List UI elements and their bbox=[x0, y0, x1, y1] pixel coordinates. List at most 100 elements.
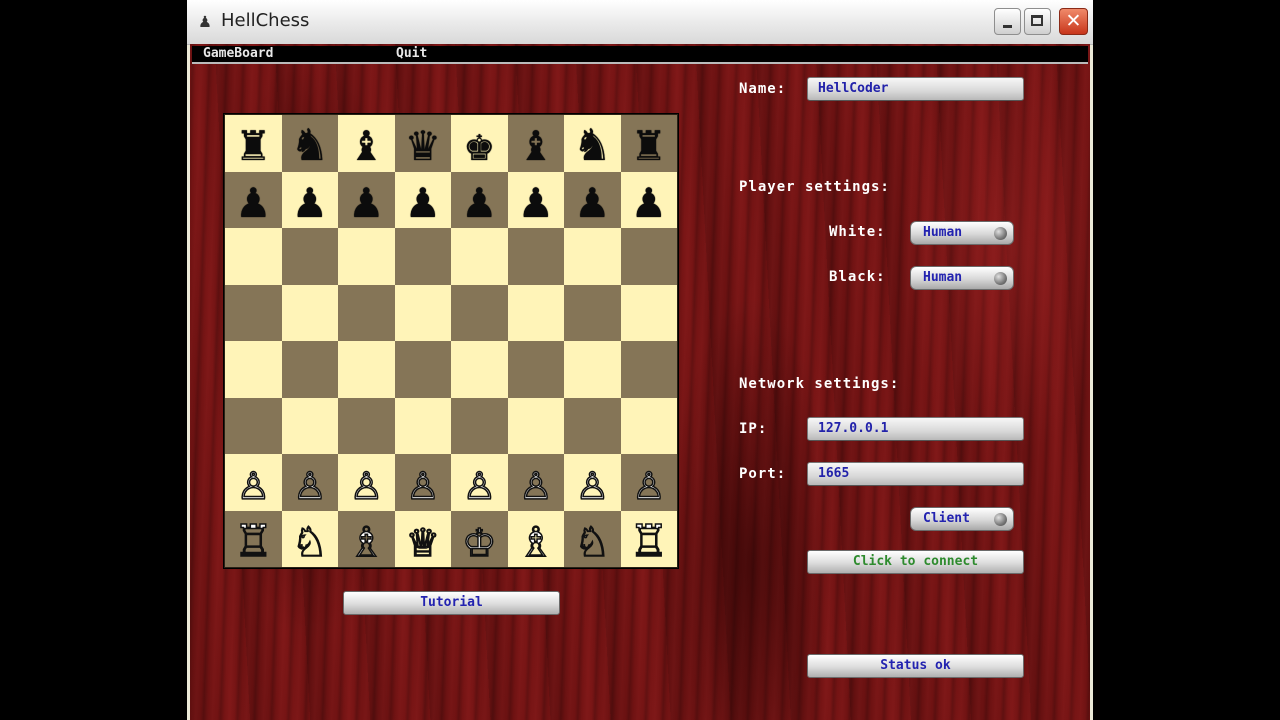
board-square[interactable]: ♗ bbox=[507, 510, 564, 567]
board-square[interactable]: ♝ bbox=[507, 115, 564, 172]
board-square[interactable]: ♘ bbox=[564, 510, 621, 567]
board-square[interactable] bbox=[507, 284, 564, 341]
board-square[interactable]: ♟ bbox=[338, 171, 395, 228]
chess-piece[interactable]: ♝ bbox=[351, 118, 381, 168]
board-square[interactable] bbox=[564, 284, 621, 341]
board-square[interactable] bbox=[338, 341, 395, 398]
chess-piece[interactable]: ♜ bbox=[238, 118, 268, 168]
chess-piece[interactable]: ♔ bbox=[463, 513, 495, 565]
chess-piece[interactable]: ♜ bbox=[634, 118, 664, 168]
chess-piece[interactable]: ♗ bbox=[520, 513, 552, 565]
board-square[interactable] bbox=[281, 397, 338, 454]
board-square[interactable]: ♔ bbox=[451, 510, 508, 567]
board-square[interactable] bbox=[564, 228, 621, 285]
board-square[interactable]: ♙ bbox=[225, 454, 282, 511]
board-square[interactable] bbox=[620, 228, 677, 285]
client-mode-toggle[interactable]: Client bbox=[910, 507, 1014, 531]
maximize-button[interactable] bbox=[1024, 8, 1051, 35]
board-square[interactable]: ♞ bbox=[564, 115, 621, 172]
black-player-toggle[interactable]: Human bbox=[910, 266, 1014, 290]
chess-piece[interactable]: ♗ bbox=[350, 513, 382, 565]
board-square[interactable] bbox=[451, 228, 508, 285]
board-square[interactable] bbox=[394, 228, 451, 285]
port-field[interactable]: 1665 bbox=[807, 462, 1024, 486]
board-square[interactable] bbox=[225, 341, 282, 398]
name-field[interactable]: HellCoder bbox=[807, 77, 1024, 101]
board-square[interactable]: ♙ bbox=[620, 454, 677, 511]
chess-piece[interactable]: ♙ bbox=[294, 457, 326, 509]
chess-piece[interactable]: ♙ bbox=[237, 457, 269, 509]
board-square[interactable] bbox=[507, 397, 564, 454]
board-square[interactable] bbox=[281, 228, 338, 285]
board-square[interactable]: ♙ bbox=[394, 454, 451, 511]
board-square[interactable] bbox=[225, 284, 282, 341]
board-square[interactable] bbox=[281, 284, 338, 341]
board-square[interactable]: ♗ bbox=[338, 510, 395, 567]
chess-piece[interactable]: ♘ bbox=[576, 513, 608, 565]
board-square[interactable] bbox=[507, 228, 564, 285]
board-square[interactable]: ♟ bbox=[451, 171, 508, 228]
chess-piece[interactable]: ♟ bbox=[295, 175, 325, 225]
board-square[interactable] bbox=[394, 397, 451, 454]
board-square[interactable] bbox=[225, 228, 282, 285]
board-square[interactable] bbox=[620, 397, 677, 454]
board-square[interactable] bbox=[394, 284, 451, 341]
chess-piece[interactable]: ♙ bbox=[350, 457, 382, 509]
chess-piece[interactable]: ♟ bbox=[521, 175, 551, 225]
chess-piece[interactable]: ♞ bbox=[577, 118, 607, 168]
chess-piece[interactable]: ♚ bbox=[464, 118, 494, 168]
board-square[interactable]: ♜ bbox=[225, 115, 282, 172]
chess-piece[interactable]: ♙ bbox=[520, 457, 552, 509]
board-square[interactable]: ♙ bbox=[451, 454, 508, 511]
chess-piece[interactable]: ♟ bbox=[464, 175, 494, 225]
board-square[interactable]: ♟ bbox=[620, 171, 677, 228]
board-square[interactable]: ♟ bbox=[394, 171, 451, 228]
board-square[interactable]: ♘ bbox=[281, 510, 338, 567]
chess-piece[interactable]: ♙ bbox=[633, 457, 665, 509]
board-square[interactable]: ♟ bbox=[281, 171, 338, 228]
board-square[interactable] bbox=[338, 397, 395, 454]
board-square[interactable]: ♕ bbox=[394, 510, 451, 567]
board-square[interactable]: ♙ bbox=[564, 454, 621, 511]
board-square[interactable] bbox=[451, 284, 508, 341]
chess-piece[interactable]: ♖ bbox=[633, 513, 665, 565]
board-square[interactable]: ♖ bbox=[620, 510, 677, 567]
board-square[interactable]: ♜ bbox=[620, 115, 677, 172]
board-square[interactable]: ♙ bbox=[507, 454, 564, 511]
tutorial-button[interactable]: Tutorial bbox=[343, 591, 560, 615]
board-square[interactable]: ♟ bbox=[564, 171, 621, 228]
chess-piece[interactable]: ♛ bbox=[408, 118, 438, 168]
board-square[interactable]: ♙ bbox=[338, 454, 395, 511]
board-square[interactable] bbox=[394, 341, 451, 398]
board-square[interactable] bbox=[338, 284, 395, 341]
chess-piece[interactable]: ♟ bbox=[634, 175, 664, 225]
title-bar[interactable]: ♟ HellChess ✕ bbox=[187, 0, 1093, 45]
board-square[interactable]: ♞ bbox=[281, 115, 338, 172]
chess-piece[interactable]: ♟ bbox=[351, 175, 381, 225]
connect-button[interactable]: Click to connect bbox=[807, 550, 1024, 574]
board-square[interactable]: ♛ bbox=[394, 115, 451, 172]
board-square[interactable]: ♝ bbox=[338, 115, 395, 172]
chess-piece[interactable]: ♟ bbox=[577, 175, 607, 225]
chess-piece[interactable]: ♕ bbox=[407, 513, 439, 565]
board-square[interactable]: ♟ bbox=[507, 171, 564, 228]
chess-piece[interactable]: ♙ bbox=[407, 457, 439, 509]
board-square[interactable] bbox=[338, 228, 395, 285]
chess-piece[interactable]: ♖ bbox=[237, 513, 269, 565]
menu-gameboard[interactable]: GameBoard bbox=[203, 46, 273, 62]
board-square[interactable] bbox=[451, 341, 508, 398]
minimize-button[interactable] bbox=[994, 8, 1021, 35]
board-square[interactable] bbox=[507, 341, 564, 398]
chess-piece[interactable]: ♝ bbox=[521, 118, 551, 168]
board-square[interactable] bbox=[620, 341, 677, 398]
board-square[interactable] bbox=[225, 397, 282, 454]
board-square[interactable]: ♟ bbox=[225, 171, 282, 228]
chess-piece[interactable]: ♟ bbox=[408, 175, 438, 225]
board-square[interactable]: ♙ bbox=[281, 454, 338, 511]
board-square[interactable] bbox=[451, 397, 508, 454]
board-square[interactable] bbox=[281, 341, 338, 398]
board-square[interactable] bbox=[564, 341, 621, 398]
chess-piece[interactable]: ♞ bbox=[295, 118, 325, 168]
chess-piece[interactable]: ♙ bbox=[576, 457, 608, 509]
menu-quit[interactable]: Quit bbox=[396, 46, 427, 62]
